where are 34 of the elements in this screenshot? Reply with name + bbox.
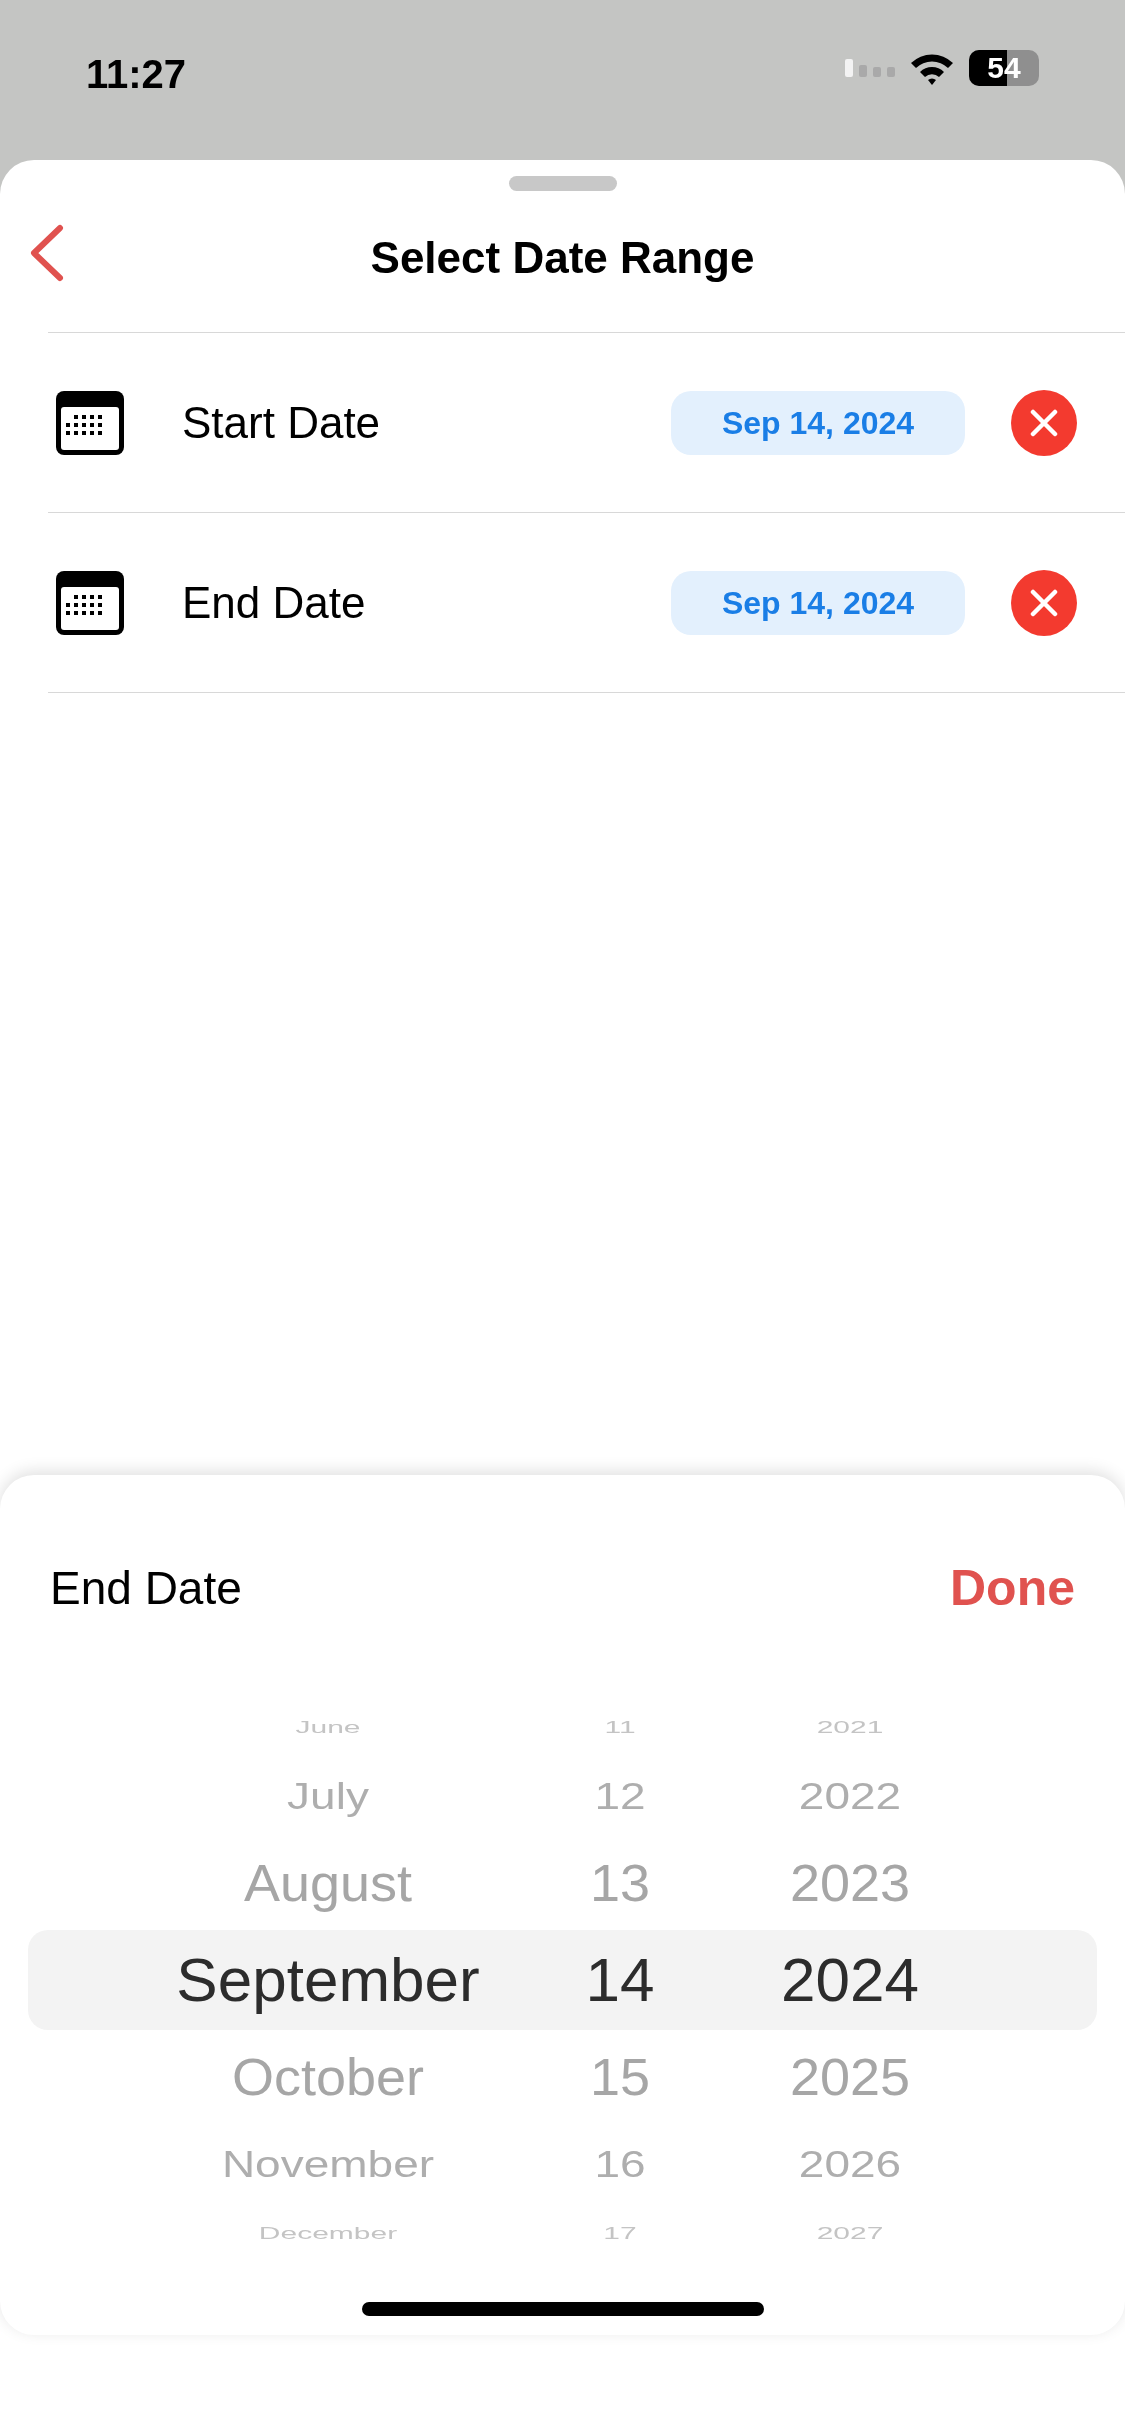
picker-option[interactable]: 2022 <box>798 1777 902 1815</box>
picker-option[interactable]: 2025 <box>789 2051 911 2103</box>
close-icon <box>1030 588 1058 617</box>
picker-option[interactable]: 13 <box>589 1857 651 1909</box>
picker-option[interactable]: 2024 <box>781 1949 919 2011</box>
picker-option[interactable]: 17 <box>603 2224 637 2242</box>
picker-option[interactable]: 2026 <box>798 2145 902 2183</box>
picker-option[interactable]: October <box>231 2051 425 2103</box>
date-label: Start Date <box>182 396 382 449</box>
close-icon <box>1030 408 1058 437</box>
picker-title: End Date <box>50 1561 242 1616</box>
status-time: 11:27 <box>86 51 187 98</box>
picker-option[interactable]: 2023 <box>789 1857 911 1909</box>
picker-option[interactable]: June <box>295 1718 361 1736</box>
drag-handle[interactable] <box>508 176 617 191</box>
picker-option[interactable]: 15 <box>589 2051 651 2103</box>
calendar-icon <box>56 390 124 455</box>
date-value-chip[interactable]: Sep 14, 2024 <box>671 390 965 455</box>
picker-option[interactable]: 14 <box>585 1949 655 2011</box>
picker-option[interactable]: December <box>258 2224 398 2242</box>
picker-option[interactable]: November <box>221 2145 435 2183</box>
picker-option[interactable]: 12 <box>594 1777 646 1815</box>
picker-option[interactable]: 16 <box>594 2145 646 2183</box>
calendar-icon <box>56 570 124 635</box>
sheet-title: Select Date Range <box>370 231 755 284</box>
picker-option[interactable]: 11 <box>604 1718 636 1736</box>
picker-option[interactable]: 2021 <box>816 1718 884 1736</box>
date-value-chip[interactable]: Sep 14, 2024 <box>671 570 965 635</box>
done-button[interactable]: Done <box>950 1551 1075 1626</box>
picker-option[interactable]: July <box>287 1777 369 1815</box>
picker-option[interactable]: 2027 <box>816 2224 884 2242</box>
wifi-icon <box>909 51 955 85</box>
signal-icon <box>845 59 895 77</box>
date-label: End Date <box>182 576 367 629</box>
